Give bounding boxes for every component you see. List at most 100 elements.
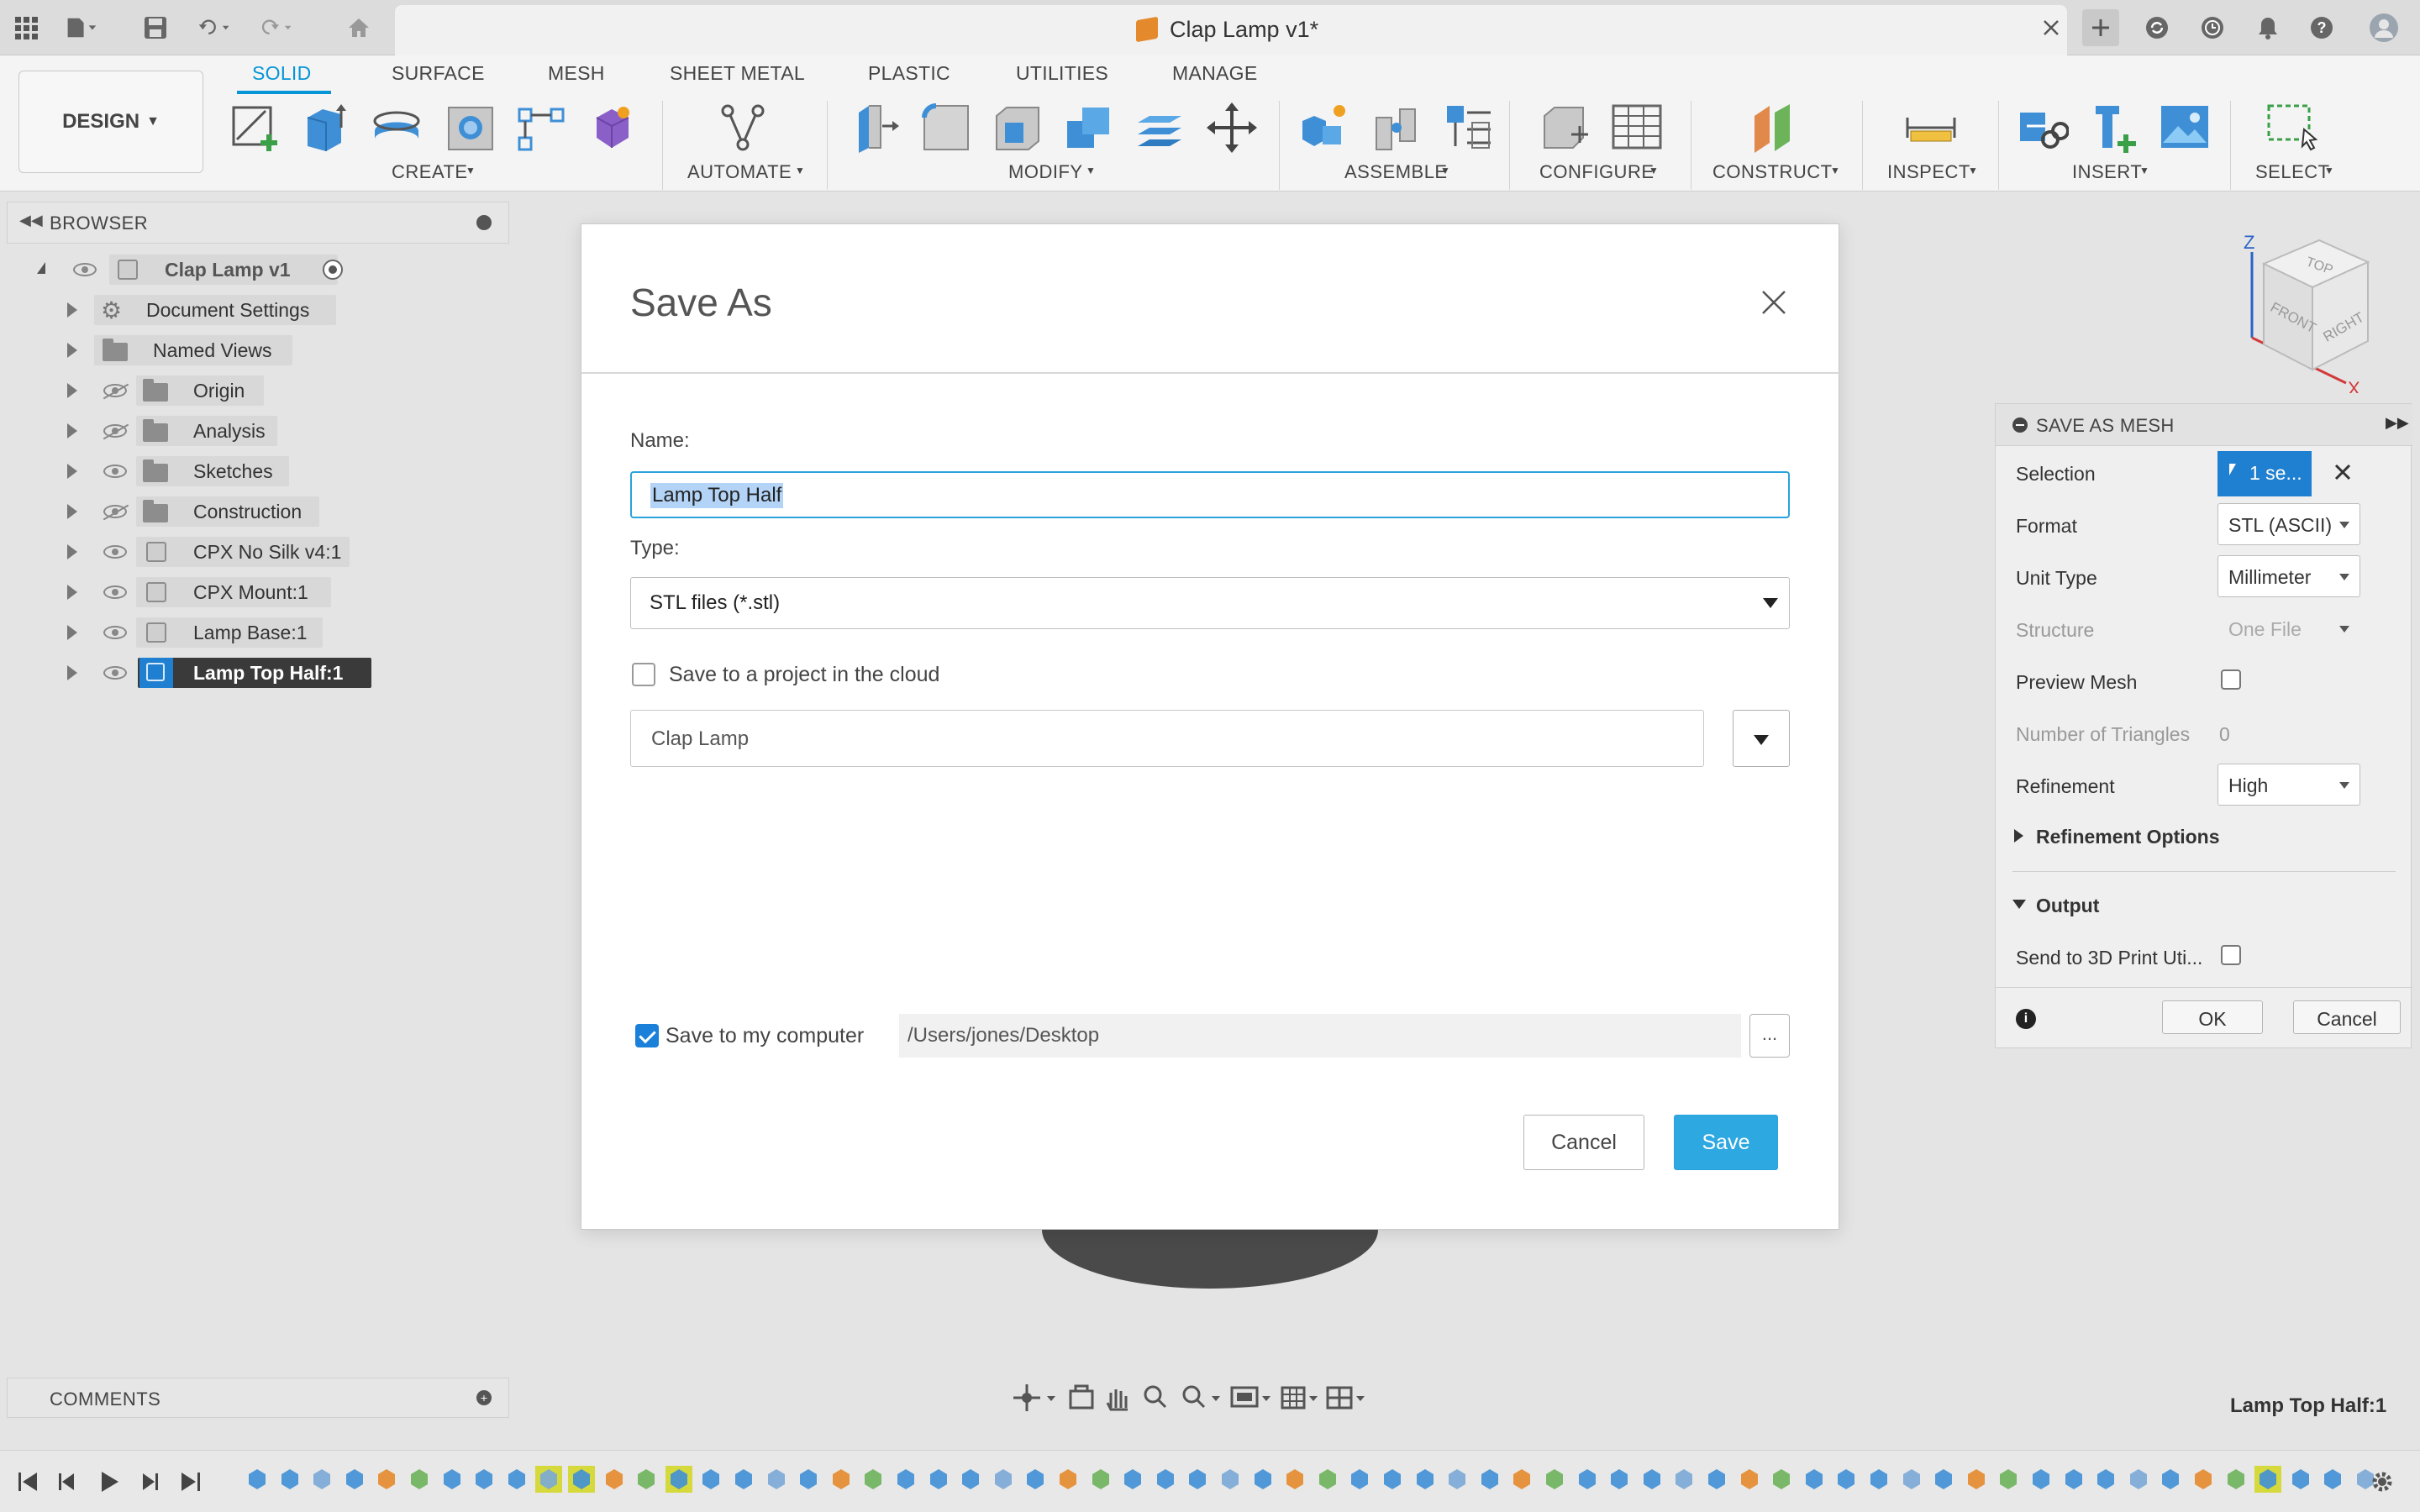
feature-sketch-icon[interactable]	[276, 1466, 303, 1493]
feature-extrude-icon[interactable]	[244, 1466, 271, 1493]
go-to-end-icon[interactable]	[178, 1469, 203, 1494]
expand-arrow-icon[interactable]	[2014, 829, 2023, 843]
tree-item-analysis[interactable]: Analysis	[0, 413, 504, 449]
tree-item-sketches[interactable]: Sketches	[0, 454, 504, 489]
timeline-track[interactable]	[244, 1451, 2378, 1512]
feature-body-icon[interactable]	[471, 1466, 497, 1493]
tab-sheet-metal[interactable]: SHEET METAL	[670, 62, 805, 85]
unit-type-select[interactable]: Millimeter	[2217, 555, 2360, 597]
feature-body-icon[interactable]	[1444, 1466, 1470, 1493]
collapse-arrow-icon[interactable]	[2012, 900, 2026, 909]
expand-arrow-icon[interactable]	[67, 625, 77, 640]
pattern-icon[interactable]	[514, 101, 568, 155]
mesh-cancel-button[interactable]: Cancel	[2293, 1000, 2401, 1034]
feature-fillet-icon[interactable]	[1833, 1466, 1860, 1493]
feature-body-icon[interactable]	[1281, 1466, 1308, 1493]
undo-icon[interactable]	[198, 12, 230, 44]
feature-extrude-icon[interactable]	[1217, 1466, 1244, 1493]
feature-plane-icon[interactable]	[2125, 1466, 2152, 1493]
revolve-icon[interactable]	[370, 101, 424, 155]
feature-extrude-icon[interactable]	[1865, 1466, 1892, 1493]
feature-extrude-icon[interactable]	[1055, 1466, 1081, 1493]
feature-plane-icon[interactable]	[341, 1466, 368, 1493]
visibility-hidden-icon[interactable]	[103, 424, 127, 438]
feature-sketch-icon[interactable]	[1736, 1466, 1763, 1493]
visibility-eye-icon[interactable]	[103, 545, 127, 559]
feature-sketch-icon[interactable]	[925, 1466, 952, 1493]
offset-plane-icon[interactable]	[1748, 101, 1802, 155]
fillet-icon[interactable]	[919, 101, 973, 155]
feature-body-icon[interactable]	[957, 1466, 984, 1493]
collapse-root-icon[interactable]	[37, 262, 45, 274]
cancel-button[interactable]: Cancel	[1523, 1115, 1644, 1170]
feature-sketch-icon[interactable]	[439, 1466, 466, 1493]
feature-sketch-icon[interactable]	[1898, 1466, 1925, 1493]
feature-extrude-icon[interactable]	[1379, 1466, 1406, 1493]
feature-fillet-icon[interactable]	[2157, 1466, 2184, 1493]
feature-body-icon[interactable]	[795, 1466, 822, 1493]
save-icon[interactable]	[139, 12, 171, 44]
add-comment-icon[interactable]: +	[476, 1390, 492, 1405]
fit-zoom-icon[interactable]	[1182, 1385, 1220, 1409]
feature-body-icon[interactable]	[2254, 1466, 2282, 1493]
offset-face-icon[interactable]	[1133, 101, 1186, 155]
feature-extrude-icon[interactable]	[730, 1466, 757, 1493]
feature-extrude-icon[interactable]	[1541, 1466, 1568, 1493]
joint-icon[interactable]	[1370, 101, 1423, 155]
tree-item-cpx-no-silk[interactable]: CPX No Silk v4:1	[0, 534, 504, 570]
group-assemble[interactable]: ASSEMBLE	[1344, 161, 1448, 183]
go-to-start-icon[interactable]	[15, 1469, 40, 1494]
insert-mcmaster-icon[interactable]	[2087, 101, 2141, 155]
new-component-icon[interactable]	[1297, 101, 1351, 155]
feature-sketch-icon[interactable]	[1087, 1466, 1114, 1493]
expand-arrow-icon[interactable]	[67, 302, 77, 318]
visibility-hidden-icon[interactable]	[103, 384, 127, 397]
bill-of-materials-icon[interactable]	[1442, 101, 1496, 155]
expand-arrow-icon[interactable]	[67, 585, 77, 600]
name-input[interactable]	[630, 471, 1790, 518]
feature-fillet-icon[interactable]	[860, 1466, 886, 1493]
feature-sketch-icon[interactable]	[2060, 1466, 2087, 1493]
file-type-select[interactable]: STL files (*.stl)	[630, 577, 1790, 629]
preview-mesh-checkbox[interactable]	[2221, 669, 2241, 690]
look-at-icon[interactable]	[1069, 1384, 1094, 1410]
group-configure[interactable]: CONFIGURE	[1539, 161, 1655, 183]
tree-item-cpx-mount[interactable]: CPX Mount:1	[0, 575, 504, 610]
feature-body-icon[interactable]	[1768, 1466, 1795, 1493]
refinement-options-toggle[interactable]: Refinement Options	[2036, 826, 2220, 848]
view-cube[interactable]: Z X TOP FRONT RIGHT	[2235, 225, 2378, 393]
feature-sketch-icon[interactable]	[1249, 1466, 1276, 1493]
group-create[interactable]: CREATE	[392, 161, 468, 183]
feature-plane-icon[interactable]	[1639, 1466, 1665, 1493]
feature-fillet-icon[interactable]	[1508, 1466, 1535, 1493]
feature-fillet-icon[interactable]	[1022, 1466, 1049, 1493]
step-forward-icon[interactable]	[136, 1469, 161, 1494]
insert-derive-icon[interactable]	[2015, 101, 2069, 155]
feature-sketch-icon[interactable]	[763, 1466, 790, 1493]
tree-item-document-settings[interactable]: ⚙ Document Settings	[0, 292, 504, 328]
tree-item-lamp-top-half[interactable]: Lamp Top Half:1	[0, 655, 504, 690]
close-icon[interactable]	[1758, 286, 1790, 318]
configure-icon[interactable]	[1538, 101, 1591, 155]
hole-icon[interactable]	[444, 101, 497, 155]
timeline-settings-gear-icon[interactable]	[2370, 1469, 2395, 1494]
feature-extrude-icon[interactable]	[892, 1466, 919, 1493]
feature-plane-icon[interactable]	[990, 1466, 1017, 1493]
feature-extrude-icon[interactable]	[2190, 1466, 2217, 1493]
step-back-icon[interactable]	[55, 1469, 81, 1494]
feature-plane-icon[interactable]	[1801, 1466, 1828, 1493]
comments-panel[interactable]: COMMENTS +	[7, 1378, 509, 1418]
save-button[interactable]: Save	[1674, 1115, 1778, 1170]
viewports-icon[interactable]	[1326, 1386, 1365, 1410]
feature-body-icon[interactable]	[308, 1466, 335, 1493]
feature-fillet-icon[interactable]	[1184, 1466, 1211, 1493]
feature-plane-icon[interactable]	[1476, 1466, 1503, 1493]
close-tab-icon[interactable]	[2035, 12, 2067, 44]
feature-plane-icon[interactable]	[828, 1466, 855, 1493]
job-status-icon[interactable]	[2196, 12, 2228, 44]
refinement-select[interactable]: High	[2217, 764, 2360, 806]
feature-fillet-icon[interactable]	[697, 1466, 724, 1493]
format-select[interactable]: STL (ASCII)	[2217, 503, 2360, 545]
visibility-eye-icon[interactable]	[103, 666, 127, 680]
pan-hand-icon[interactable]	[1106, 1389, 1128, 1411]
